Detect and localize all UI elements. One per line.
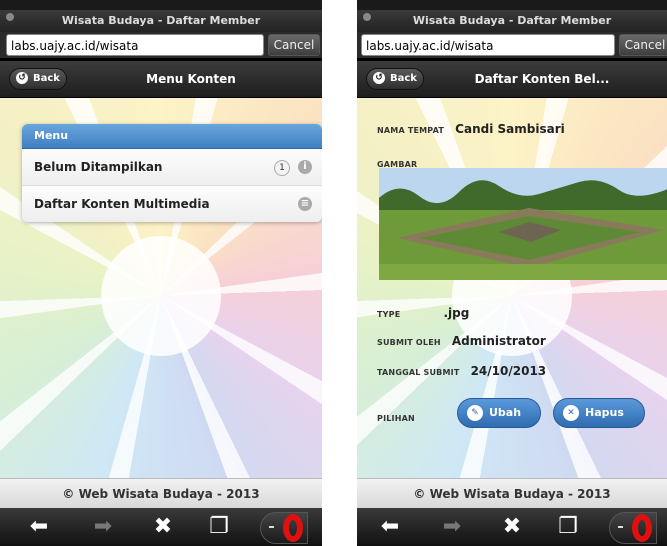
- page-header: ↺ Back Menu Konten: [0, 61, 322, 98]
- footer: © Web Wisata Budaya - 2013: [0, 478, 322, 509]
- phone-screen-detail: Wisata Budaya - Daftar Member labs.uajy.…: [357, 0, 667, 546]
- list-item-label: Belum Ditampilkan: [34, 160, 163, 174]
- phone-screen-menu-konten: Wisata Budaya - Daftar Member labs.uajy.…: [0, 0, 322, 546]
- close-icon[interactable]: ✖: [499, 514, 525, 540]
- back-arrow-icon: ↺: [16, 72, 28, 84]
- url-input[interactable]: labs.uajy.ac.id/wisata: [6, 34, 264, 56]
- opera-menu-icon[interactable]: [609, 512, 657, 544]
- signal-icon: [6, 13, 14, 21]
- page-title: Daftar Konten Bel...: [474, 72, 610, 86]
- list-item-label: Daftar Konten Multimedia: [34, 197, 210, 211]
- cancel-button[interactable]: Cancel: [619, 34, 667, 56]
- ubah-button[interactable]: ✎ Ubah: [457, 398, 541, 428]
- edit-icon: ✎: [467, 405, 483, 421]
- back-button[interactable]: ↺ Back: [9, 68, 67, 90]
- browser-nav-bar: ⬅ ➡ ✖ ❐: [357, 508, 667, 546]
- opera-logo-icon: [283, 514, 303, 542]
- arrow-right-icon[interactable]: ➡: [90, 514, 116, 540]
- submit-oleh-row: SUBMIT OLEH Administrator: [377, 330, 667, 349]
- cancel-button[interactable]: Cancel: [268, 34, 320, 56]
- pilihan-label: PILIHAN: [377, 414, 415, 423]
- list-item-belum-ditampilkan[interactable]: Belum Ditampilkan 1 i: [22, 149, 322, 186]
- ubah-label: Ubah: [489, 406, 522, 419]
- tanggal-submit-label: TANGGAL SUBMIT: [377, 368, 460, 377]
- close-icon[interactable]: ✖: [150, 514, 176, 540]
- arrow-right-icon[interactable]: ➡: [439, 514, 465, 540]
- back-button[interactable]: ↺ Back: [366, 68, 424, 90]
- menu-list: Menu Belum Ditampilkan 1 i Daftar Konten…: [22, 124, 322, 222]
- list-item-daftar-konten-multimedia[interactable]: Daftar Konten Multimedia ≡: [22, 186, 322, 222]
- list-icon: ≡: [298, 197, 312, 211]
- menu-dot-icon: [269, 526, 274, 528]
- type-value: .jpg: [443, 306, 470, 320]
- back-label: Back: [390, 73, 417, 84]
- submit-oleh-value: Administrator: [451, 334, 546, 348]
- arrow-left-icon[interactable]: ⬅: [377, 514, 403, 540]
- content-area: NAMA TEMPAT Candi Sambisari GAMBAR TYPE …: [357, 98, 667, 478]
- window-title: Wisata Budaya - Daftar Member: [357, 10, 667, 32]
- hapus-label: Hapus: [585, 406, 624, 419]
- tanggal-submit-value: 24/10/2013: [470, 364, 547, 378]
- opera-menu-icon[interactable]: [260, 512, 308, 544]
- url-input[interactable]: labs.uajy.ac.id/wisata: [361, 34, 615, 56]
- address-bar: labs.uajy.ac.id/wisata Cancel: [0, 32, 322, 58]
- window-title: Wisata Budaya - Daftar Member: [0, 10, 322, 32]
- browser-nav-bar: ⬅ ➡ ✖ ❐: [0, 508, 322, 546]
- nama-tempat-row: NAMA TEMPAT Candi Sambisari: [377, 118, 667, 137]
- address-bar: labs.uajy.ac.id/wisata Cancel: [357, 32, 667, 58]
- tabs-icon[interactable]: ❐: [555, 514, 581, 540]
- footer: © Web Wisata Budaya - 2013: [357, 478, 667, 509]
- type-label: TYPE: [377, 310, 401, 319]
- arrow-left-icon[interactable]: ⬅: [26, 514, 52, 540]
- menu-heading: Menu: [22, 124, 322, 149]
- opera-logo-icon: [632, 514, 652, 542]
- nama-tempat-value: Candi Sambisari: [455, 122, 565, 136]
- page-header: ↺ Back Daftar Konten Bel...: [357, 61, 667, 98]
- hapus-button[interactable]: ✕ Hapus: [553, 398, 645, 428]
- menu-dot-icon: [618, 526, 623, 528]
- submit-oleh-label: SUBMIT OLEH: [377, 338, 441, 347]
- nama-tempat-label: NAMA TEMPAT: [377, 126, 445, 135]
- back-arrow-icon: ↺: [373, 72, 385, 84]
- back-label: Back: [33, 73, 60, 84]
- window-title-text: Wisata Budaya - Daftar Member: [61, 14, 261, 27]
- info-icon: i: [298, 160, 312, 174]
- delete-icon: ✕: [563, 405, 579, 421]
- tanggal-submit-row: TANGGAL SUBMIT 24/10/2013: [377, 360, 667, 379]
- temple-photo: [379, 168, 667, 280]
- signal-icon: [363, 13, 371, 21]
- window-title-text: Wisata Budaya - Daftar Member: [412, 14, 612, 27]
- content-area: Menu Belum Ditampilkan 1 i Daftar Konten…: [0, 98, 322, 478]
- page-title: Menu Konten: [146, 72, 236, 86]
- tabs-icon[interactable]: ❐: [206, 514, 232, 540]
- type-row: TYPE .jpg: [377, 302, 667, 321]
- count-badge: 1: [274, 160, 290, 176]
